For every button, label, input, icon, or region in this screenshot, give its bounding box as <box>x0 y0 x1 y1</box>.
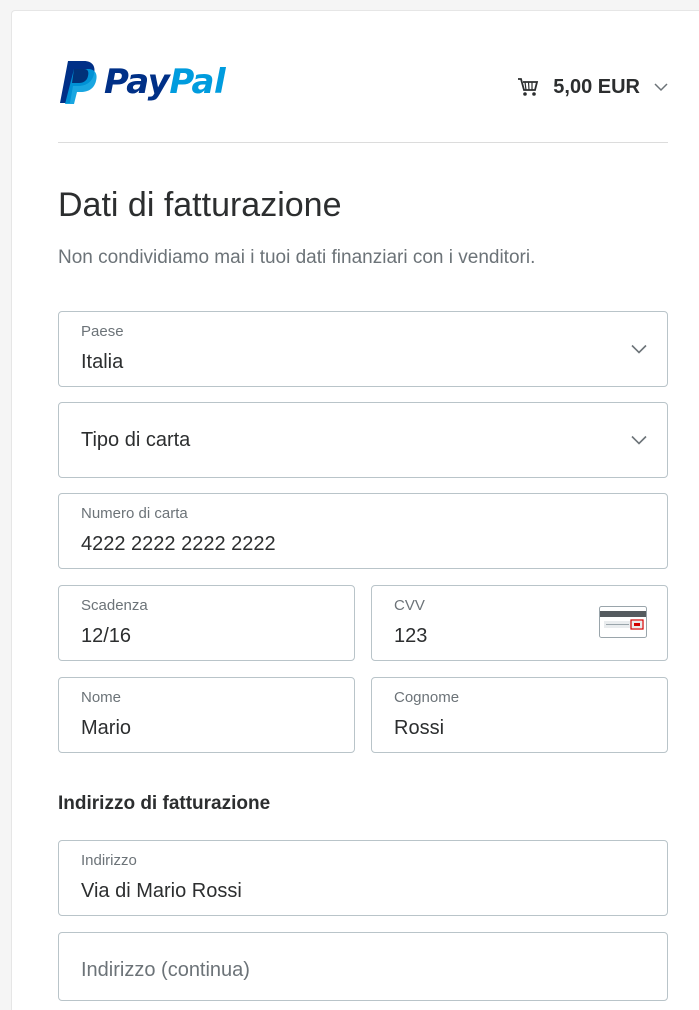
logo-pal: Pal <box>169 62 226 102</box>
cvv-label: CVV <box>394 597 425 614</box>
cart-summary-toggle[interactable]: 5,00 EUR <box>517 72 668 102</box>
card-type-select[interactable]: Tipo di carta <box>58 402 668 478</box>
shopping-cart-icon <box>518 78 539 96</box>
expiry-field[interactable]: Scadenza 12/16 <box>58 585 355 661</box>
paypal-p-icon <box>58 59 98 105</box>
card-number-label: Numero di carta <box>81 505 188 522</box>
address-line2-placeholder: Indirizzo (continua) <box>81 959 250 981</box>
expiry-label: Scadenza <box>81 597 148 614</box>
page-subtitle: Non condividiamo mai i tuoi dati finanzi… <box>58 247 536 268</box>
logo-pay: Pay <box>104 62 170 102</box>
card-type-placeholder: Tipo di carta <box>81 429 191 451</box>
cvv-field[interactable]: CVV 123 <box>371 585 668 661</box>
paypal-wordmark: PayPal <box>104 62 226 102</box>
last-name-value: Rossi <box>394 717 445 739</box>
card-number-value: 4222 2222 2222 2222 <box>81 533 276 555</box>
last-name-field[interactable]: Cognome Rossi <box>371 677 668 753</box>
billing-address-heading: Indirizzo di fatturazione <box>58 793 271 814</box>
expiry-value: 12/16 <box>81 625 132 647</box>
country-label: Paese <box>81 323 124 340</box>
address-line2-field[interactable]: Indirizzo (continua) <box>58 932 668 1001</box>
chevron-down-icon <box>654 83 668 92</box>
cvv-value: 123 <box>394 625 428 647</box>
cart-amount: 5,00 EUR <box>553 75 640 98</box>
address-value: Via di Mario Rossi <box>81 880 242 902</box>
country-value: Italia <box>81 351 124 373</box>
chevron-down-icon <box>631 435 647 445</box>
header: PayPal 5,00 EUR <box>58 58 668 106</box>
paypal-logo: PayPal <box>58 58 226 106</box>
first-name-value: Mario <box>81 717 132 739</box>
card-back-cvv-icon <box>599 606 647 638</box>
card-number-field[interactable]: Numero di carta 4222 2222 2222 2222 <box>58 493 668 569</box>
country-select[interactable]: Paese Italia <box>58 311 668 387</box>
last-name-label: Cognome <box>394 689 460 706</box>
header-divider <box>58 142 668 143</box>
page-title: Dati di fatturazione <box>58 186 342 224</box>
first-name-label: Nome <box>81 689 122 706</box>
chevron-down-icon <box>631 344 647 354</box>
first-name-field[interactable]: Nome Mario <box>58 677 355 753</box>
address-field[interactable]: Indirizzo Via di Mario Rossi <box>58 840 668 916</box>
address-label: Indirizzo <box>81 852 137 869</box>
